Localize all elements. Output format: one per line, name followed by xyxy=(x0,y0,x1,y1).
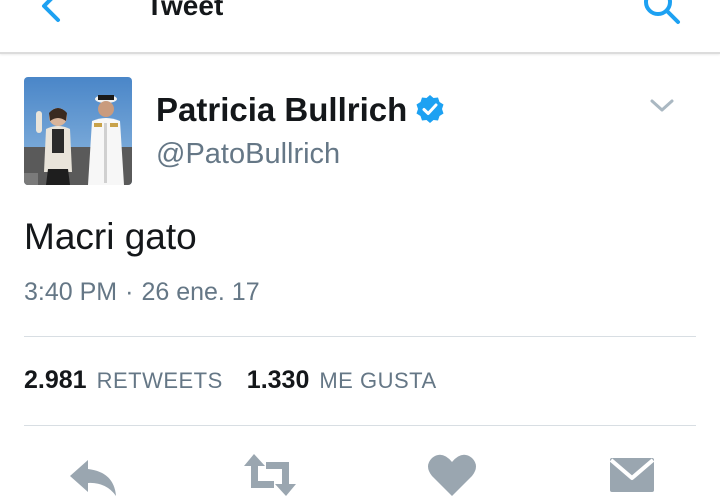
author-handle[interactable]: @PatoBullrich xyxy=(156,138,340,171)
tweet-stats: 2.981 RETWEETS 1.330 ME GUSTA xyxy=(24,366,437,395)
divider xyxy=(24,425,696,426)
search-icon[interactable] xyxy=(640,0,684,28)
likes-label[interactable]: ME GUSTA xyxy=(319,368,436,394)
back-arrow-icon[interactable] xyxy=(30,0,70,28)
reply-icon[interactable] xyxy=(62,450,122,500)
tweet-date: 26 ene. 17 xyxy=(141,278,260,306)
chevron-down-icon[interactable] xyxy=(648,96,676,116)
action-bar xyxy=(0,440,720,496)
tweet-text: Macri gato xyxy=(24,216,197,257)
page-title: Tweet xyxy=(146,0,224,21)
author-name[interactable]: Patricia Bullrich xyxy=(156,91,407,129)
retweet-icon[interactable] xyxy=(240,450,300,500)
top-bar: Tweet xyxy=(0,0,720,54)
avatar-photo xyxy=(24,77,132,185)
tweet-time: 3:40 PM xyxy=(24,278,118,306)
retweets-count[interactable]: 2.981 xyxy=(24,366,87,395)
retweets-label[interactable]: RETWEETS xyxy=(97,368,223,394)
avatar[interactable] xyxy=(24,77,132,185)
author-row[interactable]: Patricia Bullrich xyxy=(156,88,445,132)
likes-count[interactable]: 1.330 xyxy=(247,366,310,395)
tweet-timestamp: 3:40 PM · 26 ene. 17 xyxy=(24,278,260,307)
heart-icon[interactable] xyxy=(422,450,482,500)
message-icon[interactable] xyxy=(602,450,662,500)
timestamp-separator: · xyxy=(125,278,134,306)
verified-badge-icon xyxy=(416,95,444,123)
divider xyxy=(24,336,696,337)
